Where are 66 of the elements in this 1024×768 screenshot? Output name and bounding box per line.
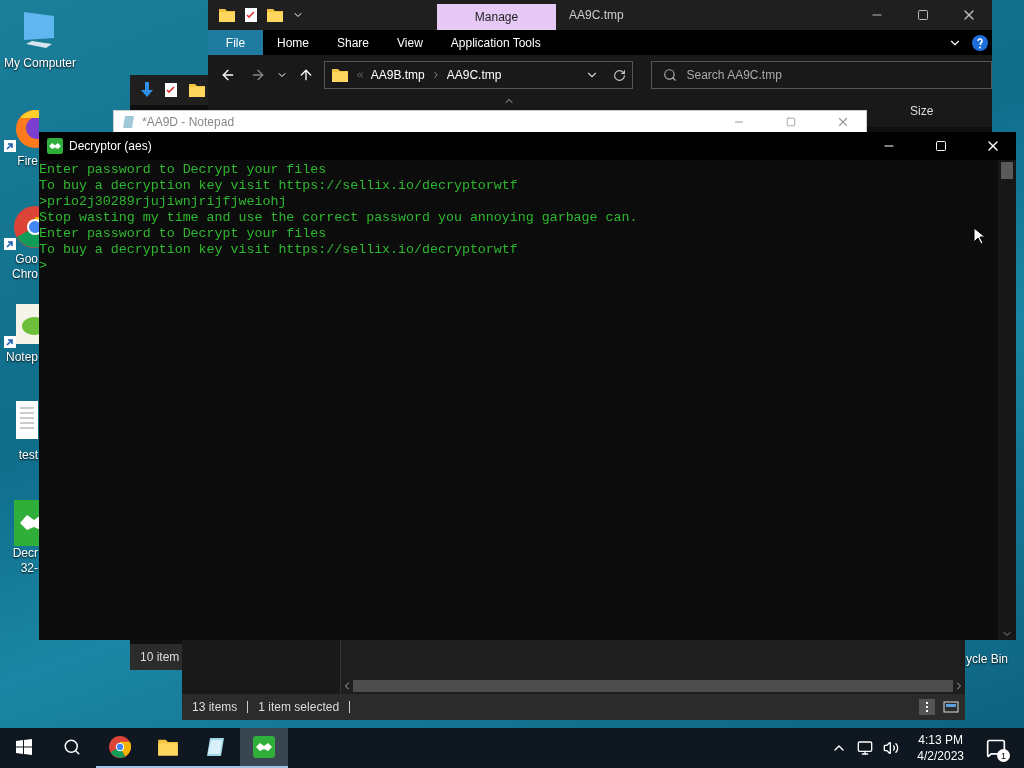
- ribbon-tab[interactable]: View: [383, 30, 437, 55]
- clock[interactable]: 4:13 PM 4/2/2023: [917, 732, 964, 764]
- folder-icon: [218, 6, 236, 24]
- checklist-icon: [244, 7, 258, 23]
- help-icon[interactable]: [972, 34, 988, 51]
- window-title: Decryptor (aes): [69, 139, 153, 153]
- icon-label: Fire: [16, 154, 38, 169]
- console-line: Enter password to Decrypt your files: [39, 162, 327, 178]
- notepad-icon: [205, 736, 227, 758]
- icon-label: Notep: [4, 350, 38, 365]
- folder-icon: [266, 6, 284, 24]
- folder-icon: [188, 81, 206, 99]
- icon-label: ycle Bin: [966, 652, 1009, 666]
- status-text: 10 item: [139, 651, 181, 663]
- checklist-icon: [164, 82, 178, 98]
- icon-label: test: [17, 448, 38, 463]
- mouse-cursor-icon: [973, 227, 985, 245]
- ribbon-tab[interactable]: Application Tools: [436, 30, 555, 55]
- handshake-icon: [47, 138, 63, 154]
- handshake-icon: [253, 736, 275, 758]
- download-arrow-icon: [140, 81, 154, 99]
- search-icon: [63, 738, 81, 756]
- refresh-icon[interactable]: [613, 68, 627, 82]
- ribbon-tab[interactable]: Share: [323, 30, 384, 55]
- details-view-icon[interactable]: [919, 699, 935, 715]
- window-title: *AA9D - Notepad: [142, 115, 236, 129]
- handshake-icon: [12, 498, 39, 548]
- scrollbar-thumb[interactable]: [1001, 162, 1013, 179]
- ribbon-tab[interactable]: Home: [263, 30, 323, 55]
- column-header[interactable]: Size: [910, 104, 934, 118]
- icon-label: 32-: [19, 561, 38, 576]
- search-field[interactable]: Search AA9C.tmp: [651, 61, 992, 89]
- maximize-icon: [917, 9, 929, 21]
- search-icon: [663, 68, 678, 82]
- console-line: Enter password to Decrypt your files: [39, 226, 327, 242]
- notepad-icon: [122, 115, 136, 129]
- overflow-icon: [354, 70, 365, 80]
- icon-label: Decr: [11, 546, 38, 561]
- network-icon[interactable]: [857, 740, 874, 756]
- taskbar-app[interactable]: [240, 728, 288, 768]
- vertical-scrollbar[interactable]: [998, 160, 1016, 640]
- console-line: Stop wasting my time and use the correct password you annoying garbage can.: [39, 210, 638, 226]
- icon-label: My Computer: [4, 56, 76, 71]
- notification-button[interactable]: 1: [982, 734, 1010, 762]
- context-tab[interactable]: Manage: [437, 4, 556, 30]
- console-line: To buy a decryption key visit https://sellix.io/decryptorwtf: [39, 178, 518, 194]
- status-text: 13 items: [182, 701, 249, 713]
- window-title: AA9C.tmp: [568, 8, 625, 22]
- windows-logo-icon: [16, 739, 32, 755]
- icon-label: Chro: [11, 267, 38, 282]
- chrome-icon: [108, 735, 132, 759]
- console-line: >prio2j30289rjujiwnjrijfjweiohj: [39, 194, 287, 210]
- address-bar[interactable]: AA9B.tmp AA9C.tmp: [323, 61, 634, 89]
- status-text: 1 item selected: [248, 701, 351, 713]
- close-icon: [836, 115, 850, 129]
- message-icon: [986, 738, 1006, 758]
- icon-label: Goo: [14, 252, 38, 267]
- maximize-icon: [935, 140, 947, 152]
- folder-icon: [330, 66, 349, 84]
- console-line: To buy a decryption key visit https://sellix.io/decryptorwtf: [39, 242, 518, 258]
- tiles-view-icon[interactable]: [943, 699, 959, 715]
- volume-icon[interactable]: [883, 740, 900, 756]
- maximize-icon: [786, 117, 796, 127]
- scrollbar-thumb[interactable]: [353, 680, 953, 692]
- ribbon-tab[interactable]: File: [208, 30, 263, 55]
- console-prompt: >: [39, 258, 47, 273]
